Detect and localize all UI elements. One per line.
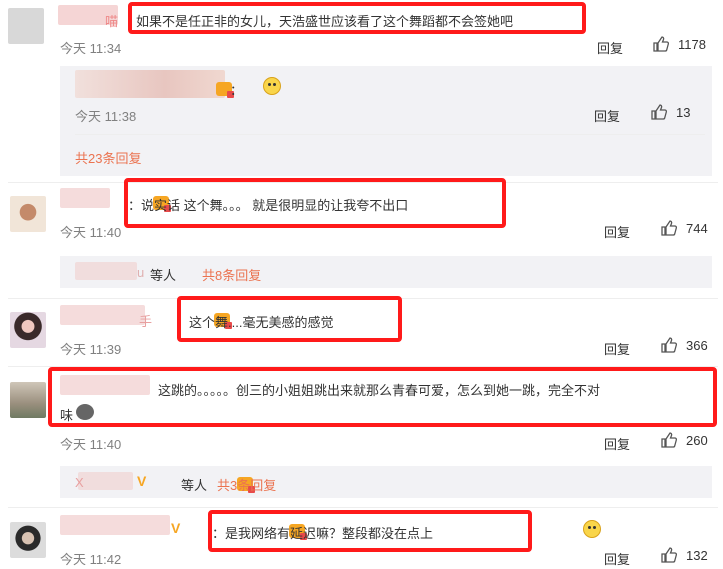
more-replies-link[interactable]: 共3条回复 [217, 475, 276, 494]
reply-button[interactable]: 回复 [604, 339, 630, 358]
divider [8, 507, 718, 508]
avatar[interactable] [10, 312, 46, 348]
highlight-box [128, 2, 586, 34]
username-fragment[interactable]: u [137, 265, 144, 280]
like-button[interactable]: 132 [660, 546, 708, 564]
like-count: 366 [686, 337, 708, 353]
username-blurred[interactable] [60, 188, 110, 208]
highlight-box [48, 367, 717, 427]
more-replies-link[interactable]: 共8条回复 [202, 265, 261, 284]
comment-time: 今天 11:40 [60, 437, 122, 452]
username-fragment[interactable]: 喵 [105, 11, 118, 30]
v-badge-icon: V [137, 473, 147, 489]
thumbs-up-icon [653, 36, 670, 52]
comment-time: 今天 11:38 [75, 109, 137, 124]
confused-emoji-icon [582, 520, 601, 538]
sub-reply-panel [60, 466, 712, 498]
like-button[interactable]: 1178 [652, 35, 706, 53]
thumbs-up-icon [661, 337, 678, 353]
more-replies-link[interactable]: 共23条回复 [75, 148, 141, 167]
like-count: 260 [686, 432, 708, 448]
reply-button[interactable]: 回复 [604, 434, 630, 453]
comment-time: 今天 11:40 [60, 225, 122, 240]
username-fragment[interactable]: X [75, 475, 84, 490]
like-button[interactable]: 744 [660, 219, 708, 237]
username-blurred[interactable] [78, 472, 133, 490]
highlight-box [177, 296, 402, 342]
highlight-box [124, 178, 506, 228]
like-button[interactable]: 13 [650, 103, 690, 121]
avatar[interactable] [8, 8, 44, 44]
divider [75, 134, 705, 135]
thumbs-up-icon [651, 104, 668, 120]
avatar[interactable] [10, 522, 46, 558]
highlight-box [208, 510, 532, 552]
username-blurred[interactable] [75, 70, 225, 98]
comment-time: 今天 11:34 [60, 41, 122, 56]
avatar[interactable] [10, 196, 46, 232]
colon: ： [230, 83, 244, 98]
reply-button[interactable]: 回复 [604, 549, 630, 568]
username-blurred[interactable] [60, 515, 170, 535]
reply-button[interactable]: 回复 [604, 222, 630, 241]
like-count: 13 [676, 104, 691, 120]
others-label: 等人 [150, 268, 177, 283]
username-fragment[interactable]: 手 [139, 311, 152, 330]
like-count: 744 [686, 220, 708, 236]
v-badge-icon: V [171, 520, 181, 536]
thumbs-up-icon [661, 220, 678, 236]
comment-time: 今天 11:39 [60, 342, 122, 357]
thumbs-up-icon [661, 547, 678, 563]
others-label: 等人 [181, 478, 208, 493]
comment-time: 今天 11:42 [60, 552, 122, 567]
like-count: 132 [686, 547, 708, 563]
like-button[interactable]: 260 [660, 431, 708, 449]
username-blurred[interactable] [60, 305, 145, 325]
username-blurred[interactable] [75, 262, 137, 280]
thumbs-up-icon [661, 432, 678, 448]
avatar[interactable] [10, 382, 46, 418]
smiley-emoji-icon [262, 77, 281, 95]
like-count: 1178 [678, 36, 706, 52]
reply-button[interactable]: 回复 [594, 106, 620, 125]
like-button[interactable]: 366 [660, 336, 708, 354]
reply-button[interactable]: 回复 [597, 38, 623, 57]
